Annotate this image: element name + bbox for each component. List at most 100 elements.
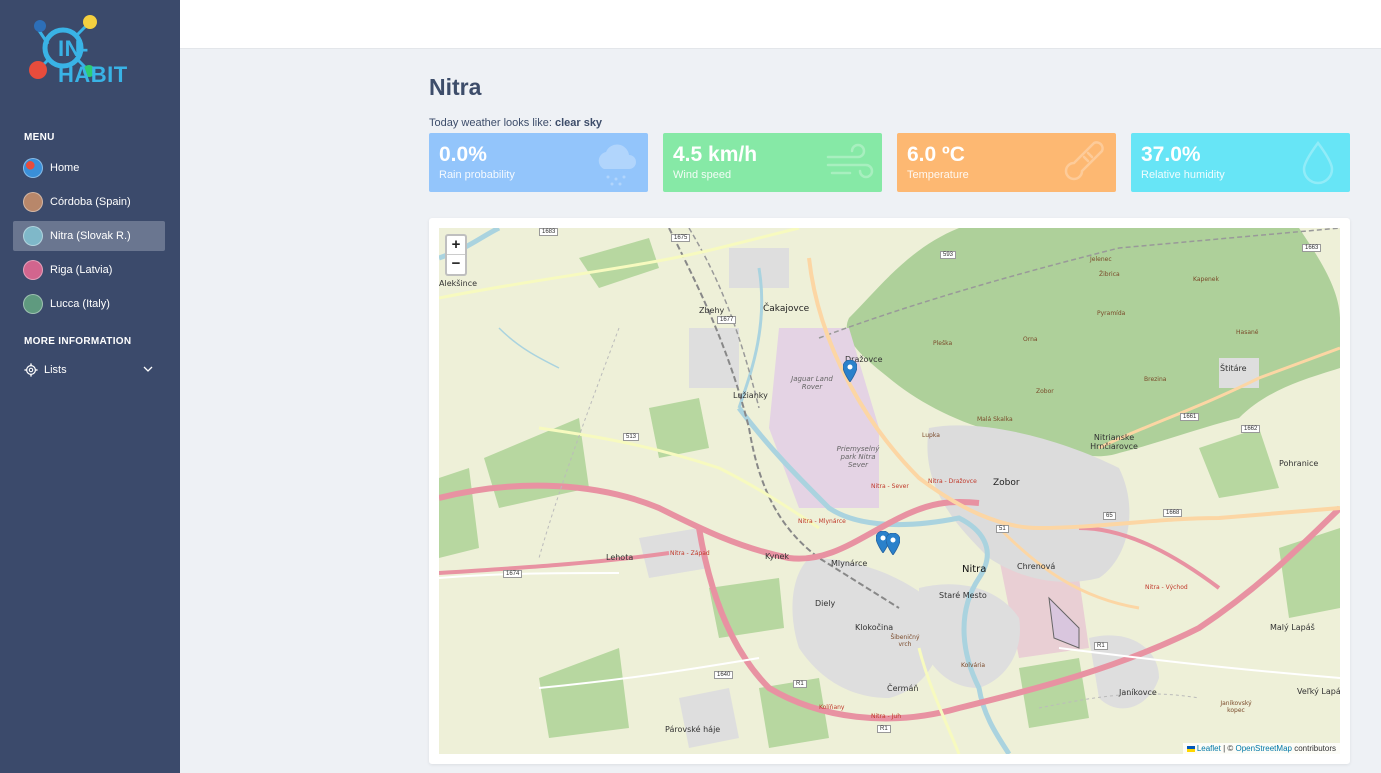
map-label: Pohranice [1279,459,1319,468]
map-marker[interactable] [843,360,857,382]
relative-humidity-card: 37.0% Relative humidity [1131,133,1350,192]
road-shield: 1668 [1163,509,1183,517]
map-label: Orna [1023,336,1038,343]
thermometer-icon [1064,141,1104,181]
map-label: Zbehy [699,306,725,315]
sidebar-item-cordoba[interactable]: Córdoba (Spain) [13,187,165,217]
map-label: Kapenek [1193,276,1219,283]
map-label: Štitáre [1220,364,1247,373]
map-label: Veľký Lapáš [1297,687,1340,696]
road-shield: 65 [1103,512,1116,520]
in-habit-logo[interactable]: IN-HABIT [28,14,158,87]
map-label: Malá Skalka [977,416,1013,423]
road-shield: 1674 [503,570,523,578]
weather-value: clear sky [554,117,603,129]
map-label: Nitra - Sever [871,483,909,490]
zoom-control: + − [445,234,467,276]
card-value: 6.0 ºC [907,143,965,166]
cordoba-icon [23,192,43,212]
gear-icon [24,363,38,377]
map-label: Jelenec [1090,256,1112,263]
map-label: Klokočina [855,623,894,632]
zoom-in-button[interactable]: + [447,236,465,255]
map-attribution: Leaflet | © OpenStreetMap contributors [1182,743,1340,754]
map-label: Žibrica [1099,271,1120,278]
map-label: Čakajovce [763,304,810,314]
card-value: 4.5 km/h [673,143,758,166]
card-label: Wind speed [673,169,732,181]
road-shield: 51 [996,525,1009,533]
wind-icon [826,143,874,179]
road-shield: R1 [877,725,891,733]
road-shield: 1683 [539,228,559,236]
sidebar-item-label: Nitra (Slovak R.) [50,230,131,242]
map-label: Nitra [962,564,987,575]
map-label: Párovské háje [665,725,721,734]
map-label: Šibeničný vrch [890,634,920,648]
map-label: Čermáň [887,684,919,693]
map-label: Diely [815,599,836,608]
map-label: Priemyselný park Nitra Sever [836,445,880,469]
map-label: Nitra - Východ [1145,584,1188,591]
map-label: Kolíňany [819,704,845,711]
wind-speed-card: 4.5 km/h Wind speed [663,133,882,192]
map-label: Kynek [765,552,790,561]
road-shield: 593 [940,251,957,259]
top-bar [180,0,1381,49]
chevron-down-icon[interactable] [143,364,153,374]
weather-prefix: Today weather looks like: [429,117,555,129]
map-label: Nitra - Juh [871,713,902,720]
road-shield: R1 [1094,642,1108,650]
map-label: Pyramída [1097,310,1126,317]
map-label: Zobor [993,478,1020,488]
attribution-separator: | © [1220,744,1236,753]
map-label: Staré Mesto [939,591,987,600]
card-value: 0.0% [439,143,487,166]
map-label: Nitra - Západ [670,550,710,557]
sidebar-item-label: Riga (Latvia) [50,264,113,276]
sidebar-item-riga[interactable]: Riga (Latvia) [13,255,165,285]
card-value: 37.0% [1141,143,1201,166]
droplet-icon [1302,140,1334,185]
openstreetmap-link[interactable]: OpenStreetMap [1235,744,1291,753]
map-label: Mlynárce [831,559,868,568]
zoom-out-button[interactable]: − [447,255,465,274]
sidebar-item-label: Córdoba (Spain) [50,196,131,208]
map-label: Janíkovský kopec [1220,700,1252,714]
sidebar-item-lucca[interactable]: Lucca (Italy) [13,289,165,319]
map-label: Jaguar Land Rover [791,375,833,391]
map-label: Kolvária [961,662,986,669]
cloud-rain-icon [598,144,636,186]
map-label: Zobor [1036,388,1054,395]
card-label: Temperature [907,169,969,181]
map-label: Alekšince [439,279,478,288]
map-label: Nitrianske Hrnčiarovce [1090,433,1138,451]
map-label: Lehota [606,553,634,562]
sidebar-item-nitra[interactable]: Nitra (Slovak R.) [13,221,165,251]
rain-probability-card: 0.0% Rain probability [429,133,648,192]
logo-text: IN-HABIT [58,36,128,87]
lucca-icon [23,294,43,314]
road-shield: 1662 [1241,425,1261,433]
riga-icon [23,260,43,280]
map-label: Chrenová [1017,562,1056,571]
map-label: Hasané [1236,329,1259,336]
sidebar-item-label: Lists [44,364,67,376]
page-title: Nitra [429,74,482,100]
map-label: Nitra - Dražovce [928,478,977,485]
road-shield: 1661 [1180,413,1200,421]
leaflet-link[interactable]: Leaflet [1197,744,1221,753]
sidebar-item-label: Home [50,162,80,174]
sidebar-item-lists[interactable]: Lists [13,355,165,385]
card-label: Relative humidity [1141,169,1225,181]
road-shield: 513 [623,433,640,441]
map-marker[interactable] [886,533,900,555]
menu-section-title: MENU [24,132,55,143]
globe-icon [23,158,43,178]
sidebar-item-home[interactable]: Home [13,153,165,183]
map-label: Janíkovce [1119,688,1157,697]
road-shield: 1663 [1302,244,1322,252]
map-label: Brezina [1144,376,1167,383]
weather-summary: Today weather looks like: clear sky [429,117,602,129]
map-view[interactable]: + − Čakajovce Zbehy Alekšince Lužianky D… [439,228,1340,754]
